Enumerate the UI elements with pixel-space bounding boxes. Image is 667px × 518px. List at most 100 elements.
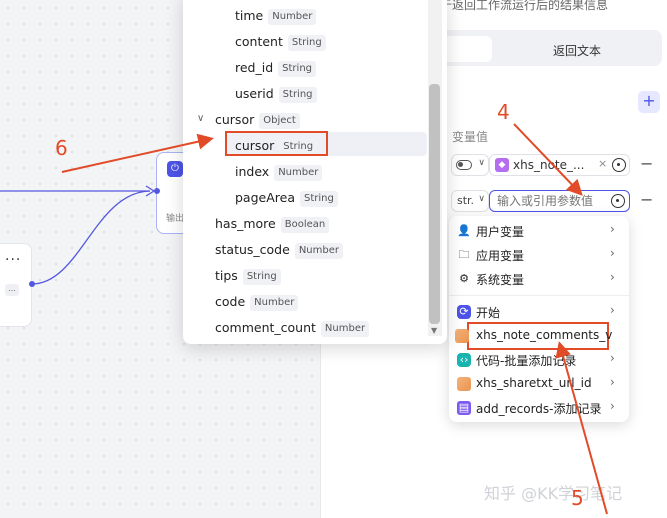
row1-remove-button[interactable]: − (640, 154, 653, 173)
node-output-chip: ... (5, 284, 19, 296)
panel-description: 于返回工作流运行后的结果信息 (440, 0, 609, 12)
add-variable-button[interactable]: + (638, 91, 660, 113)
tree-item-name: comment_count (215, 320, 316, 335)
dropdown-item-start-node[interactable]: ⟳ 开始 › (449, 300, 629, 324)
reference-dropdown: 👤 用户变量 › 🗀 应用变量 › ⚙ 系统变量 › ⟳ 开始 › xhs_no… (449, 216, 629, 422)
dropdown-item-label: add_records-添加记录 (476, 402, 602, 416)
tree-item-name: code (215, 294, 246, 309)
tree-item-code[interactable]: code Number (215, 291, 299, 315)
type-tag: String (300, 191, 338, 207)
tree-item-time[interactable]: time Number (235, 5, 317, 29)
user-icon: 👤 (457, 224, 471, 237)
type-tag: Number (294, 243, 343, 259)
chevron-down-icon: ∨ (478, 158, 485, 168)
start-node-icon: ⟳ (457, 305, 471, 319)
tree-item-tips[interactable]: tips String (215, 265, 281, 289)
dropdown-item-xhs-sharetxt[interactable]: xhs_sharetxt_url_id › (449, 372, 629, 396)
tree-item-name: index (235, 164, 270, 179)
type-tag: String (278, 87, 317, 103)
tree-item-name: pageArea (235, 190, 295, 205)
tree-item-name: content (235, 34, 283, 49)
plugin-image-icon (457, 377, 471, 391)
variable-value-header: 变量值 (452, 130, 489, 144)
dropdown-item-xhs-note-comments[interactable]: xhs_note_comments_v (455, 322, 612, 350)
upstream-node[interactable]: ... ... (0, 243, 32, 327)
annotation-highlight-box (225, 131, 328, 156)
tab-return-text[interactable]: 返回文本 (553, 42, 601, 59)
end-node-icon: ⏻ (167, 161, 183, 177)
row2-value-input[interactable] (489, 190, 630, 212)
clear-icon[interactable]: × (598, 157, 607, 170)
tree-item-name: time (235, 8, 264, 23)
tree-item-name: red_id (235, 60, 274, 75)
chevron-right-icon: › (610, 399, 615, 413)
type-tag: Number (250, 295, 299, 311)
chevron-right-icon: › (610, 246, 615, 260)
dropdown-item-label: 用户变量 (476, 225, 525, 239)
tree-item-name: cursor (215, 112, 255, 127)
reference-picker-icon[interactable] (612, 158, 626, 172)
tree-item-name: tips (215, 268, 238, 283)
row2-remove-button[interactable]: − (640, 190, 653, 209)
row2-type-selector[interactable]: str. ∨ (451, 190, 489, 212)
toggle-icon (456, 160, 472, 170)
dropdown-item-system-variables[interactable]: ⚙ 系统变量 › (449, 267, 629, 291)
plugin-image-icon (455, 329, 469, 343)
type-tag: String (287, 35, 326, 51)
tree-item-comment-count[interactable]: comment_count Number (215, 317, 370, 341)
dropdown-item-add-records[interactable]: ▤ add_records-添加记录 › (449, 396, 629, 420)
tree-item-name: userid (235, 86, 274, 101)
tree-item-has-more[interactable]: has_more Boolean (215, 213, 330, 237)
gear-icon: ⚙ (459, 272, 469, 285)
annotation-number-5: 5 (571, 486, 584, 510)
tab-return-variable[interactable] (442, 36, 492, 62)
tree-item-pagearea[interactable]: pageArea String (235, 187, 338, 211)
tree-item-index[interactable]: index Number (235, 161, 323, 185)
plugin-cube-icon: ◆ (495, 158, 509, 172)
dropdown-item-label: xhs_sharetxt_url_id (476, 376, 592, 390)
annotation-number-6: 6 (55, 136, 68, 160)
tree-item-status-code[interactable]: status_code Number (215, 239, 343, 263)
row2-type-label: str. (457, 194, 475, 207)
dropdown-item-user-variables[interactable]: 👤 用户变量 › (449, 219, 629, 243)
type-tag: String (242, 269, 281, 285)
scrollbar-thumb[interactable] (429, 84, 440, 324)
tree-item-name: status_code (215, 242, 290, 257)
watermark: 知乎 @KK学习笔记 (484, 484, 623, 503)
annotation-number-4: 4 (497, 100, 510, 124)
tree-item-userid[interactable]: userid String (235, 83, 317, 107)
chevron-right-icon: › (610, 303, 615, 317)
node-output-label: 输出 (166, 214, 185, 224)
chevron-right-icon: › (610, 222, 615, 236)
dropdown-item-label: 代码-批量添加记录 (476, 354, 577, 368)
dropdown-item-label: 系统变量 (476, 273, 525, 287)
chevron-down-icon[interactable]: ∨ (197, 113, 204, 124)
dropdown-item-label: 开始 (476, 306, 501, 320)
dropdown-item-label: xhs_note_comments_v (476, 328, 613, 342)
divider (449, 295, 629, 296)
row1-reference-name: xhs_note_... (513, 158, 585, 172)
type-tag: Number (268, 9, 317, 25)
folder-icon: 🗀 (458, 248, 470, 261)
type-tag: String (278, 61, 316, 77)
tree-item-name: has_more (215, 216, 276, 231)
dropdown-item-code-batch-add[interactable]: ‹› 代码-批量添加记录 › (449, 348, 629, 372)
tree-item-cursor-object[interactable]: cursor Object (215, 109, 300, 133)
chevron-right-icon: › (610, 270, 615, 284)
database-icon: ▤ (457, 401, 471, 415)
row1-type-selector[interactable]: ∨ (451, 154, 489, 176)
scroll-down-arrow-icon[interactable]: ▼ (431, 326, 437, 335)
type-tag: Object (259, 113, 300, 129)
chevron-right-icon: › (610, 351, 615, 365)
tree-item-red-id[interactable]: red_id String (235, 57, 316, 81)
dropdown-item-label: 应用变量 (476, 249, 525, 263)
node-menu-icon[interactable]: ... (5, 248, 21, 264)
type-tag: Number (274, 165, 323, 181)
row1-reference-field[interactable]: ◆ xhs_note_... × (489, 154, 630, 176)
chevron-down-icon: ∨ (478, 194, 485, 204)
chevron-right-icon: › (610, 375, 615, 389)
reference-picker-icon[interactable] (611, 194, 625, 208)
type-tag: Number (320, 321, 370, 337)
dropdown-item-app-variables[interactable]: 🗀 应用变量 › (449, 243, 629, 267)
tree-item-content[interactable]: content String (235, 31, 326, 55)
